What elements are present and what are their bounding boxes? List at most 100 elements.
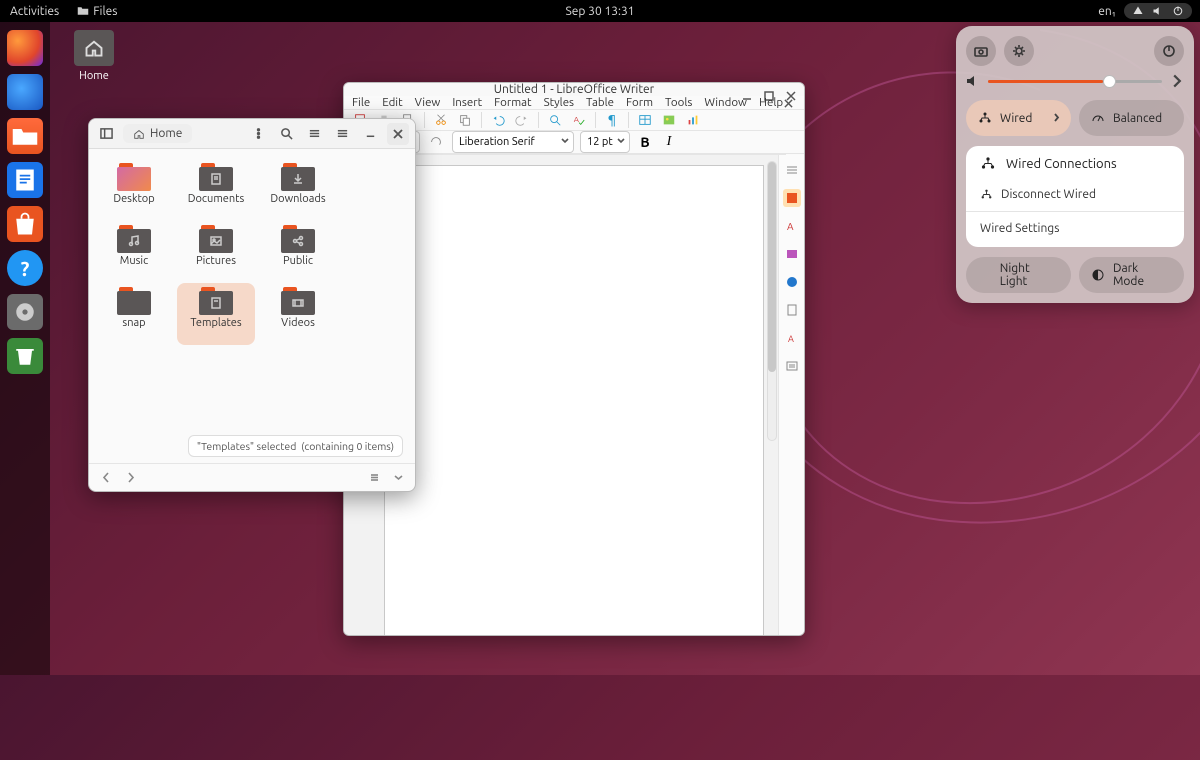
- shopping-bag-icon: [11, 210, 39, 238]
- dock-files[interactable]: [7, 118, 43, 154]
- network-wired-icon: [978, 111, 992, 125]
- wired-settings-item[interactable]: Wired Settings: [966, 214, 1184, 243]
- view-list-button[interactable]: [365, 469, 383, 487]
- folder-label: Desktop: [113, 193, 154, 205]
- wired-toggle[interactable]: Wired: [966, 100, 1071, 136]
- font-size-combo[interactable]: 12 pt: [580, 131, 630, 153]
- find-button[interactable]: [545, 110, 565, 130]
- menu-styles[interactable]: Styles: [544, 96, 574, 109]
- power-icon: [1162, 44, 1176, 58]
- folder-icon: [199, 287, 233, 315]
- volume-slider[interactable]: [988, 80, 1162, 83]
- insert-chart-button[interactable]: [683, 110, 703, 130]
- sidebar-properties-tab[interactable]: [783, 189, 801, 207]
- sidebar-inspector-tab[interactable]: A: [783, 329, 801, 347]
- menu-form[interactable]: Form: [626, 96, 653, 109]
- folder-pictures[interactable]: Pictures: [177, 221, 255, 283]
- folder-documents[interactable]: Documents: [177, 159, 255, 221]
- copy-button[interactable]: [455, 110, 475, 130]
- sidebar-navigator-tab[interactable]: [783, 273, 801, 291]
- undo-button[interactable]: [488, 110, 508, 130]
- italic-button[interactable]: I: [660, 134, 678, 150]
- forward-button[interactable]: [121, 469, 139, 487]
- speedometer-icon: [1091, 111, 1105, 125]
- search-button[interactable]: [275, 123, 297, 145]
- menu-file[interactable]: File: [352, 96, 370, 109]
- compass-icon: [785, 275, 799, 289]
- scrollbar-thumb[interactable]: [768, 162, 776, 372]
- folder-desktop[interactable]: Desktop: [95, 159, 173, 221]
- chevron-right-icon[interactable]: [1170, 74, 1184, 88]
- power-menu-button[interactable]: [1154, 36, 1184, 66]
- system-tray[interactable]: [1124, 3, 1192, 19]
- dock-trash[interactable]: [7, 338, 43, 374]
- dock-help[interactable]: ?: [7, 250, 43, 286]
- dock-thunderbird[interactable]: [7, 74, 43, 110]
- activities-button[interactable]: Activities: [10, 5, 59, 18]
- menu-edit[interactable]: Edit: [382, 96, 402, 109]
- vertical-scrollbar[interactable]: [767, 161, 777, 441]
- sidebar-manage-changes-tab[interactable]: [783, 357, 801, 375]
- back-button[interactable]: [97, 469, 115, 487]
- update-style-button[interactable]: [426, 132, 446, 152]
- disconnect-wired-item[interactable]: Disconnect Wired: [966, 180, 1184, 209]
- page-icon: [785, 303, 799, 317]
- menu-table[interactable]: Table: [586, 96, 614, 109]
- bold-button[interactable]: B: [636, 134, 654, 150]
- insert-image-button[interactable]: [659, 110, 679, 130]
- dark-mode-toggle[interactable]: Dark Mode: [1079, 257, 1184, 293]
- screenshot-button[interactable]: [966, 36, 996, 66]
- dock-software[interactable]: [7, 206, 43, 242]
- minimize-button[interactable]: [359, 123, 381, 145]
- dock-libreoffice-writer[interactable]: [7, 162, 43, 198]
- view-options-button[interactable]: [303, 123, 325, 145]
- sidebar-toggle-button[interactable]: [95, 123, 117, 145]
- menu-tools[interactable]: Tools: [665, 96, 692, 109]
- folder-snap[interactable]: snap: [95, 283, 173, 345]
- redo-button[interactable]: [512, 110, 532, 130]
- font-size-value: 12 pt: [587, 136, 613, 148]
- menu-window[interactable]: Window: [704, 96, 747, 109]
- disk-icon: [11, 298, 39, 326]
- power-mode-toggle[interactable]: Balanced: [1079, 100, 1184, 136]
- spellcheck-button[interactable]: A: [569, 110, 589, 130]
- more-menu-button[interactable]: [247, 123, 269, 145]
- formatting-marks-button[interactable]: ¶: [602, 110, 622, 130]
- sidebar-gallery-tab[interactable]: [783, 245, 801, 263]
- files-icon-grid[interactable]: Desktop DocumentsDownloads MusicPicturesPu…: [89, 149, 415, 463]
- files-headerbar[interactable]: Home: [89, 119, 415, 149]
- font-name-combo[interactable]: Liberation Serif: [452, 131, 574, 153]
- close-button[interactable]: [387, 123, 409, 145]
- folder-public[interactable]: Public: [259, 221, 337, 283]
- input-language-indicator[interactable]: en₁: [1098, 5, 1116, 18]
- dock-disk[interactable]: [7, 294, 43, 330]
- sidebar-styles-tab[interactable]: A: [783, 217, 801, 235]
- dock-firefox[interactable]: [7, 30, 43, 66]
- close-document-button[interactable]: [784, 98, 800, 114]
- files-app-menu[interactable]: Files: [77, 5, 117, 18]
- night-light-toggle[interactable]: Night Light: [966, 257, 1071, 293]
- settings-button[interactable]: [1004, 36, 1034, 66]
- path-breadcrumb[interactable]: Home: [123, 124, 192, 143]
- view-dropdown-button[interactable]: [389, 469, 407, 487]
- folder-downloads[interactable]: Downloads: [259, 159, 337, 221]
- sidebar-menu-button[interactable]: [783, 161, 801, 179]
- insert-table-button[interactable]: [635, 110, 655, 130]
- document-page[interactable]: [384, 165, 764, 636]
- desktop-home-folder[interactable]: Home: [64, 30, 124, 82]
- styles-icon: A: [785, 219, 799, 233]
- folder-music[interactable]: Music: [95, 221, 173, 283]
- window-titlebar[interactable]: Untitled 1 - LibreOffice Writer: [344, 83, 804, 96]
- menu-view[interactable]: View: [415, 96, 441, 109]
- folder-videos[interactable]: Videos: [259, 283, 337, 345]
- sidebar-page-tab[interactable]: [783, 301, 801, 319]
- folder-templates[interactable]: Templates: [177, 283, 255, 345]
- menu-help[interactable]: Help: [759, 96, 783, 109]
- inspector-icon: A: [785, 331, 799, 345]
- clock[interactable]: Sep 30 13:31: [566, 5, 635, 18]
- menu-format[interactable]: Format: [494, 96, 531, 109]
- menu-insert[interactable]: Insert: [452, 96, 482, 109]
- slider-thumb[interactable]: [1103, 75, 1116, 88]
- hamburger-menu-button[interactable]: [331, 123, 353, 145]
- cut-button[interactable]: [431, 110, 451, 130]
